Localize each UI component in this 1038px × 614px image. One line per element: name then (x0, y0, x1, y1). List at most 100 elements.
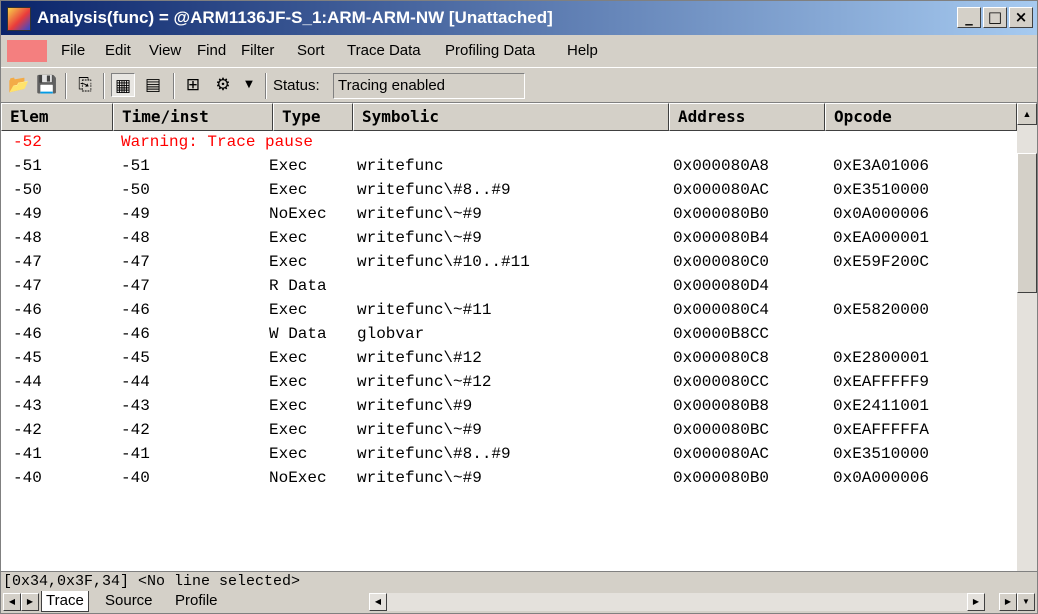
scroll-left-button[interactable]: ◀ (369, 593, 387, 611)
table-row[interactable]: -45 -45 Exec writefunc\#12 0x000080C8 0xE2800… (1, 347, 1017, 371)
toolbar-separator (173, 73, 175, 99)
column-elem[interactable]: Elem (1, 103, 113, 131)
minimize-button[interactable]: _ (957, 7, 981, 28)
table-row[interactable]: -51 -51 Exec writefunc 0x000080A8 0xE3A01006 (1, 155, 1017, 179)
open-folder-icon[interactable]: 📂 (7, 73, 31, 97)
column-address[interactable]: Address (669, 103, 825, 131)
tab-next-button[interactable]: ▶ (21, 593, 39, 611)
table-row[interactable]: -47 -47 R Data 0x000080D4 (1, 275, 1017, 299)
cell-elem: -47 (13, 253, 42, 271)
cell-type: Exec (269, 181, 308, 199)
cell-type: NoExec (269, 469, 327, 487)
menu-view[interactable]: View (149, 42, 181, 59)
cell-opcode: 0xE5820000 (833, 301, 930, 319)
maximize-button[interactable]: □ (983, 7, 1007, 28)
scroll-down-button[interactable]: ▼ (1017, 593, 1035, 611)
copy-icon[interactable]: ⎘ (73, 73, 97, 97)
table-row[interactable]: -50 -50 Exec writefunc\#8..#9 0x000080AC 0xE3… (1, 179, 1017, 203)
cell-time: -51 (121, 157, 150, 175)
trace-view-icon[interactable]: ▦ (111, 73, 135, 97)
trace-settings-icon[interactable]: ⚙ (211, 73, 235, 97)
scroll-thumb[interactable] (1017, 153, 1037, 293)
cell-type: Exec (269, 349, 308, 367)
table-row[interactable]: -49 -49 NoExec writefunc\~#9 0x000080B0 0x0A0… (1, 203, 1017, 227)
scroll-right-button[interactable]: ▶ (967, 593, 985, 611)
tab-source[interactable]: Source (101, 591, 157, 611)
table-row[interactable]: -46 -46 Exec writefunc\~#11 0x000080C4 0xE582… (1, 299, 1017, 323)
trace-table[interactable]: -52 Warning: Trace pause -51 -51 Exec writefu… (1, 131, 1017, 571)
table-row[interactable]: -41 -41 Exec writefunc\#8..#9 0x000080AC 0xE3… (1, 443, 1017, 467)
cell-elem: -46 (13, 325, 42, 343)
menu-bar: File Edit View Find Filter Sort Trace Da… (1, 35, 1037, 67)
tab-prev-button[interactable]: ◀ (3, 593, 21, 611)
tab-profile[interactable]: Profile (171, 591, 222, 611)
scroll-up-button[interactable]: ▲ (1017, 103, 1037, 125)
table-row[interactable]: -52 Warning: Trace pause (1, 131, 1017, 155)
close-button[interactable]: × (1009, 7, 1033, 28)
cell-type: Exec (269, 157, 308, 175)
vertical-scrollbar[interactable]: ▲ (1017, 103, 1037, 571)
toolbar-separator (103, 73, 105, 99)
cell-type: Exec (269, 229, 308, 247)
cell-time: -40 (121, 469, 150, 487)
status-label: Status: (273, 77, 320, 94)
status-field: Tracing enabled (333, 73, 525, 99)
cell-symbolic: globvar (357, 325, 425, 343)
selection-status: [0x34,0x3F,34] <No line selected> (1, 571, 1037, 591)
cell-elem: -46 (13, 301, 42, 319)
title-bar[interactable]: Analysis(func) = @ARM1136JF-S_1:ARM-ARM-… (1, 1, 1037, 35)
table-row[interactable]: -43 -43 Exec writefunc\#9 0x000080B8 0xE24110… (1, 395, 1017, 419)
color-swatch-icon (7, 40, 47, 62)
menu-find[interactable]: Find (197, 42, 226, 59)
cell-address: 0x000080B8 (673, 397, 770, 415)
horizontal-scrollbar[interactable]: ◀ ▶ (369, 593, 985, 611)
table-row[interactable]: -47 -47 Exec writefunc\#10..#11 0x000080C0 0x… (1, 251, 1017, 275)
cell-opcode: 0x0A000006 (833, 205, 930, 223)
menu-filter[interactable]: Filter (241, 42, 274, 59)
cell-type: Exec (269, 301, 308, 319)
menu-sort[interactable]: Sort (297, 42, 325, 59)
table-row[interactable]: -48 -48 Exec writefunc\~#9 0x000080B4 0xEA000… (1, 227, 1017, 251)
cell-type: Exec (269, 253, 308, 271)
column-opcode[interactable]: Opcode (825, 103, 1017, 131)
cell-time: Warning: Trace pause (121, 133, 314, 151)
menu-help[interactable]: Help (567, 42, 598, 59)
cell-time: -42 (121, 421, 150, 439)
cell-symbolic: writefunc\#8..#9 (357, 445, 511, 463)
cell-type: Exec (269, 373, 308, 391)
menu-trace-data[interactable]: Trace Data (347, 42, 421, 59)
chevron-down-icon[interactable]: ▼ (237, 73, 261, 97)
menu-edit[interactable]: Edit (105, 42, 131, 59)
app-icon (7, 7, 31, 31)
cell-opcode: 0x0A000006 (833, 469, 930, 487)
cell-elem: -50 (13, 181, 42, 199)
column-time-inst[interactable]: Time/inst (113, 103, 273, 131)
cell-address: 0x000080D4 (673, 277, 770, 295)
cell-elem: -40 (13, 469, 42, 487)
table-row[interactable]: -46 -46 W Data globvar 0x0000B8CC (1, 323, 1017, 347)
filter-icon[interactable]: ⊞ (181, 73, 205, 97)
cell-elem: -43 (13, 397, 42, 415)
cell-time: -46 (121, 325, 150, 343)
source-view-icon[interactable]: ▤ (141, 73, 165, 97)
cell-address: 0x000080B4 (673, 229, 770, 247)
table-row[interactable]: -40 -40 NoExec writefunc\~#9 0x000080B0 0x0A0… (1, 467, 1017, 491)
cell-address: 0x000080CC (673, 373, 770, 391)
cell-address: 0x000080AC (673, 445, 770, 463)
column-header-row: Elem Time/inst Type Symbolic Address Opc… (1, 103, 1017, 131)
column-symbolic[interactable]: Symbolic (353, 103, 669, 131)
table-row[interactable]: -42 -42 Exec writefunc\~#9 0x000080BC 0xEAFFF… (1, 419, 1017, 443)
save-icon[interactable]: 💾 (35, 73, 59, 97)
cell-symbolic: writefunc\#8..#9 (357, 181, 511, 199)
cell-time: -47 (121, 277, 150, 295)
menu-file[interactable]: File (61, 42, 85, 59)
menu-profiling-data[interactable]: Profiling Data (445, 42, 535, 59)
cell-opcode: 0xE3510000 (833, 445, 930, 463)
table-row[interactable]: -44 -44 Exec writefunc\~#12 0x000080CC 0xEAFF… (1, 371, 1017, 395)
column-type[interactable]: Type (273, 103, 353, 131)
scroll-right-end-button[interactable]: ▶ (999, 593, 1017, 611)
cell-opcode: 0xEAFFFFF9 (833, 373, 930, 391)
tab-trace[interactable]: Trace (41, 591, 89, 612)
toolbar: 📂 💾 ⎘ ▦ ▤ ⊞ ⚙ ▼ Status: Tracing enabled (1, 67, 1037, 103)
cell-elem: -44 (13, 373, 42, 391)
